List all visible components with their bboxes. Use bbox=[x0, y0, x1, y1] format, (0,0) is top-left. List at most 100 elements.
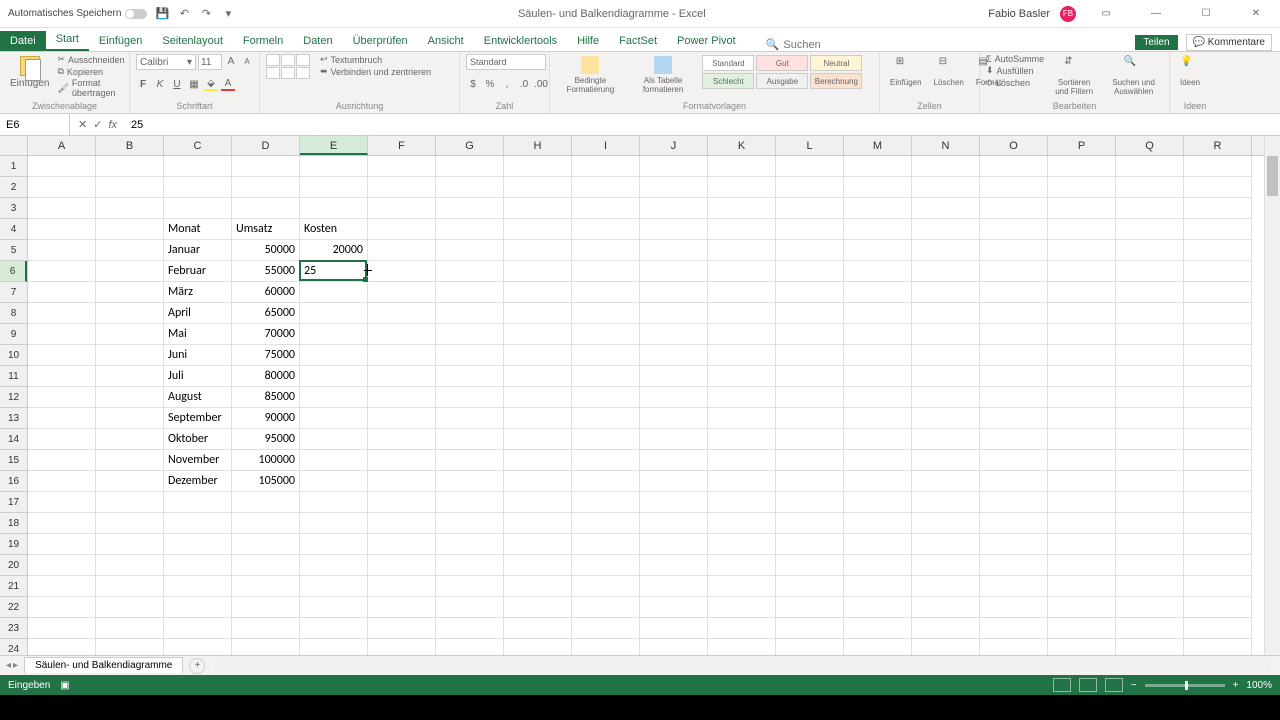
cell-L6[interactable] bbox=[776, 261, 844, 282]
cell-A8[interactable] bbox=[28, 303, 96, 324]
cell-D22[interactable] bbox=[232, 597, 300, 618]
cell-F16[interactable] bbox=[368, 471, 436, 492]
cell-J21[interactable] bbox=[640, 576, 708, 597]
cell-M16[interactable] bbox=[844, 471, 912, 492]
cell-D6[interactable]: 55000 bbox=[232, 261, 300, 282]
cell-R14[interactable] bbox=[1184, 429, 1252, 450]
cell-R9[interactable] bbox=[1184, 324, 1252, 345]
cell-J8[interactable] bbox=[640, 303, 708, 324]
cell-P23[interactable] bbox=[1048, 618, 1116, 639]
cell-B4[interactable] bbox=[96, 219, 164, 240]
cell-G4[interactable] bbox=[436, 219, 504, 240]
wrap-text-button[interactable]: ↩Textumbruch bbox=[320, 54, 431, 65]
sheet-tab[interactable]: Säulen- und Balkendiagramme bbox=[24, 657, 183, 673]
cell-I5[interactable] bbox=[572, 240, 640, 261]
cell-R1[interactable] bbox=[1184, 156, 1252, 177]
font-color-button[interactable]: A bbox=[221, 77, 235, 91]
minimize-button[interactable]: — bbox=[1136, 0, 1176, 28]
row-header-10[interactable]: 10 bbox=[0, 345, 27, 366]
cell-E18[interactable] bbox=[300, 513, 368, 534]
cell-D8[interactable]: 65000 bbox=[232, 303, 300, 324]
cell-K9[interactable] bbox=[708, 324, 776, 345]
cell-H9[interactable] bbox=[504, 324, 572, 345]
cell-N7[interactable] bbox=[912, 282, 980, 303]
cell-O7[interactable] bbox=[980, 282, 1048, 303]
cell-D5[interactable]: 50000 bbox=[232, 240, 300, 261]
italic-button[interactable]: K bbox=[153, 77, 167, 91]
zoom-slider[interactable] bbox=[1145, 684, 1225, 687]
col-header-C[interactable]: C bbox=[164, 136, 232, 155]
cell-I3[interactable] bbox=[572, 198, 640, 219]
cell-F17[interactable] bbox=[368, 492, 436, 513]
cell-P6[interactable] bbox=[1048, 261, 1116, 282]
cell-M9[interactable] bbox=[844, 324, 912, 345]
cell-F14[interactable] bbox=[368, 429, 436, 450]
cell-M20[interactable] bbox=[844, 555, 912, 576]
cell-P12[interactable] bbox=[1048, 387, 1116, 408]
cell-R18[interactable] bbox=[1184, 513, 1252, 534]
row-header-9[interactable]: 9 bbox=[0, 324, 27, 345]
cell-C15[interactable]: November bbox=[164, 450, 232, 471]
cell-C10[interactable]: Juni bbox=[164, 345, 232, 366]
cell-N1[interactable] bbox=[912, 156, 980, 177]
tab-pagelayout[interactable]: Seitenlayout bbox=[152, 31, 233, 51]
cell-C6[interactable]: Februar bbox=[164, 261, 232, 282]
cell-D10[interactable]: 75000 bbox=[232, 345, 300, 366]
vertical-scrollbar[interactable] bbox=[1264, 136, 1280, 655]
cell-E12[interactable] bbox=[300, 387, 368, 408]
cell-N5[interactable] bbox=[912, 240, 980, 261]
cell-D11[interactable]: 80000 bbox=[232, 366, 300, 387]
cell-P22[interactable] bbox=[1048, 597, 1116, 618]
cell-F19[interactable] bbox=[368, 534, 436, 555]
cell-L24[interactable] bbox=[776, 639, 844, 655]
cell-L20[interactable] bbox=[776, 555, 844, 576]
tab-formulas[interactable]: Formeln bbox=[233, 31, 293, 51]
tab-insert[interactable]: Einfügen bbox=[89, 31, 152, 51]
cell-P19[interactable] bbox=[1048, 534, 1116, 555]
cell-P14[interactable] bbox=[1048, 429, 1116, 450]
search-box[interactable]: 🔍 bbox=[766, 38, 864, 51]
cell-E13[interactable] bbox=[300, 408, 368, 429]
clear-button[interactable]: ◇Löschen bbox=[986, 77, 1044, 88]
cell-A20[interactable] bbox=[28, 555, 96, 576]
cell-O1[interactable] bbox=[980, 156, 1048, 177]
cell-Q7[interactable] bbox=[1116, 282, 1184, 303]
cell-H21[interactable] bbox=[504, 576, 572, 597]
cell-G17[interactable] bbox=[436, 492, 504, 513]
cell-E8[interactable] bbox=[300, 303, 368, 324]
cell-D4[interactable]: Umsatz bbox=[232, 219, 300, 240]
cell-B13[interactable] bbox=[96, 408, 164, 429]
cell-H12[interactable] bbox=[504, 387, 572, 408]
cell-C24[interactable] bbox=[164, 639, 232, 655]
cell-C4[interactable]: Monat bbox=[164, 219, 232, 240]
cell-I18[interactable] bbox=[572, 513, 640, 534]
cell-G3[interactable] bbox=[436, 198, 504, 219]
fx-icon[interactable]: fx bbox=[108, 119, 117, 131]
cell-H5[interactable] bbox=[504, 240, 572, 261]
format-painter-button[interactable]: 🖌Format übertragen bbox=[57, 78, 124, 98]
cell-O22[interactable] bbox=[980, 597, 1048, 618]
cell-F8[interactable] bbox=[368, 303, 436, 324]
cell-C1[interactable] bbox=[164, 156, 232, 177]
cell-O19[interactable] bbox=[980, 534, 1048, 555]
cell-G21[interactable] bbox=[436, 576, 504, 597]
cell-P17[interactable] bbox=[1048, 492, 1116, 513]
cell-D23[interactable] bbox=[232, 618, 300, 639]
cell-Q20[interactable] bbox=[1116, 555, 1184, 576]
cell-G22[interactable] bbox=[436, 597, 504, 618]
cell-F2[interactable] bbox=[368, 177, 436, 198]
cell-H4[interactable] bbox=[504, 219, 572, 240]
cell-O15[interactable] bbox=[980, 450, 1048, 471]
cell-J1[interactable] bbox=[640, 156, 708, 177]
cell-J20[interactable] bbox=[640, 555, 708, 576]
cell-B11[interactable] bbox=[96, 366, 164, 387]
row-header-18[interactable]: 18 bbox=[0, 513, 27, 534]
close-button[interactable]: ✕ bbox=[1236, 0, 1276, 28]
col-header-G[interactable]: G bbox=[436, 136, 504, 155]
font-select[interactable]: Calibri▾ bbox=[136, 54, 196, 70]
col-header-P[interactable]: P bbox=[1048, 136, 1116, 155]
cell-N19[interactable] bbox=[912, 534, 980, 555]
cell-H24[interactable] bbox=[504, 639, 572, 655]
cell-G12[interactable] bbox=[436, 387, 504, 408]
tab-factset[interactable]: FactSet bbox=[609, 31, 667, 51]
